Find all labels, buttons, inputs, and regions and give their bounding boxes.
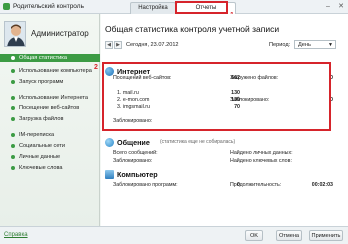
apply-button[interactable]: Применить <box>309 230 343 241</box>
computer-title: Компьютер <box>117 170 158 179</box>
comm-blocked-label: Заблокировано: <box>113 158 153 164</box>
sidebar: Администратор Общая статистика Использов… <box>0 14 100 226</box>
window-title: Родительский контроль <box>13 3 84 10</box>
minimize-icon[interactable]: ‒ <box>323 2 333 11</box>
avatar <box>4 21 26 47</box>
bullet-icon <box>11 106 15 110</box>
communication-note: (статистика еще не собиралась) <box>160 139 236 145</box>
page-title: Общая статистика контроля учетной записи <box>105 24 280 34</box>
title-bar: Родительский контроль Настройка Отчеты ‒… <box>0 0 348 14</box>
next-day-button[interactable]: ▶ <box>114 41 122 49</box>
period-label: Период: <box>269 42 291 48</box>
computer-section: Компьютер Заблокировано программ: 0 Прод… <box>105 170 339 200</box>
sidebar-item-im-chat[interactable]: IM-переписка <box>0 131 100 139</box>
cancel-button[interactable]: Отмена <box>276 230 302 241</box>
sidebar-item-keywords[interactable]: Ключевые слова <box>0 164 100 172</box>
sidebar-item-personal-data[interactable]: Личные данные <box>0 153 100 161</box>
bullet-icon <box>11 117 15 121</box>
bullet-icon <box>11 155 15 159</box>
communication-title: Общение <box>117 138 150 147</box>
blocked-programs-label: Заблокировано программ: <box>113 182 178 188</box>
duration-value: 00:02:03 <box>311 182 333 188</box>
chat-icon <box>105 138 114 147</box>
period-select[interactable]: День ▼ <box>294 40 336 49</box>
bullet-icon <box>11 80 15 84</box>
sidebar-item-file-downloads[interactable]: Загрузка файлов <box>0 115 100 123</box>
bullet-icon <box>11 56 15 60</box>
tab-settings[interactable]: Настройка <box>130 2 176 14</box>
close-icon[interactable]: ✕ <box>336 2 346 11</box>
sidebar-item-general-stats[interactable]: Общая статистика <box>0 54 100 62</box>
sidebar-item-social-networks[interactable]: Социальные сети <box>0 142 100 150</box>
main-panel: Общая статистика контроля учетной записи… <box>101 14 348 226</box>
bullet-icon <box>11 69 15 73</box>
bullet-icon <box>11 96 15 100</box>
sidebar-item-website-visits[interactable]: Посещение веб-сайтов <box>0 104 100 112</box>
chevron-down-icon: ▼ <box>328 42 333 48</box>
bottom-bar: Справка OK Отмена Применить <box>0 226 348 244</box>
ok-button[interactable]: OK <box>245 230 263 241</box>
tab-highlight-box <box>175 1 228 14</box>
help-link[interactable]: Справка <box>4 232 28 238</box>
user-name: Администратор <box>31 29 89 38</box>
duration-label: Продолжительность: <box>230 182 282 188</box>
bullet-icon <box>11 144 15 148</box>
prev-day-button[interactable]: ◀ <box>105 41 113 49</box>
sidebar-item-computer-usage[interactable]: Использование компьютера <box>0 67 100 75</box>
annotation-marker-2: 2 <box>94 64 98 71</box>
current-date: Сегодня, 23.07.2012 <box>126 42 179 48</box>
keywords-found-label: Найдено ключевых слов: <box>230 158 292 164</box>
bullet-icon <box>11 166 15 170</box>
monitor-icon <box>105 170 114 179</box>
total-messages-label: Всего сообщений: <box>113 150 158 156</box>
sidebar-item-program-launch[interactable]: Запуск программ <box>0 78 100 86</box>
sidebar-item-internet-usage[interactable]: Использование Интернета <box>0 94 100 102</box>
period-value: День <box>298 42 311 48</box>
app-icon <box>3 3 10 10</box>
internet-highlight-box <box>102 62 331 131</box>
communication-section: Общение (статистика еще не собиралась) В… <box>105 138 339 168</box>
personal-data-label: Найдено личных данных: <box>230 150 293 156</box>
bullet-icon <box>11 133 15 137</box>
